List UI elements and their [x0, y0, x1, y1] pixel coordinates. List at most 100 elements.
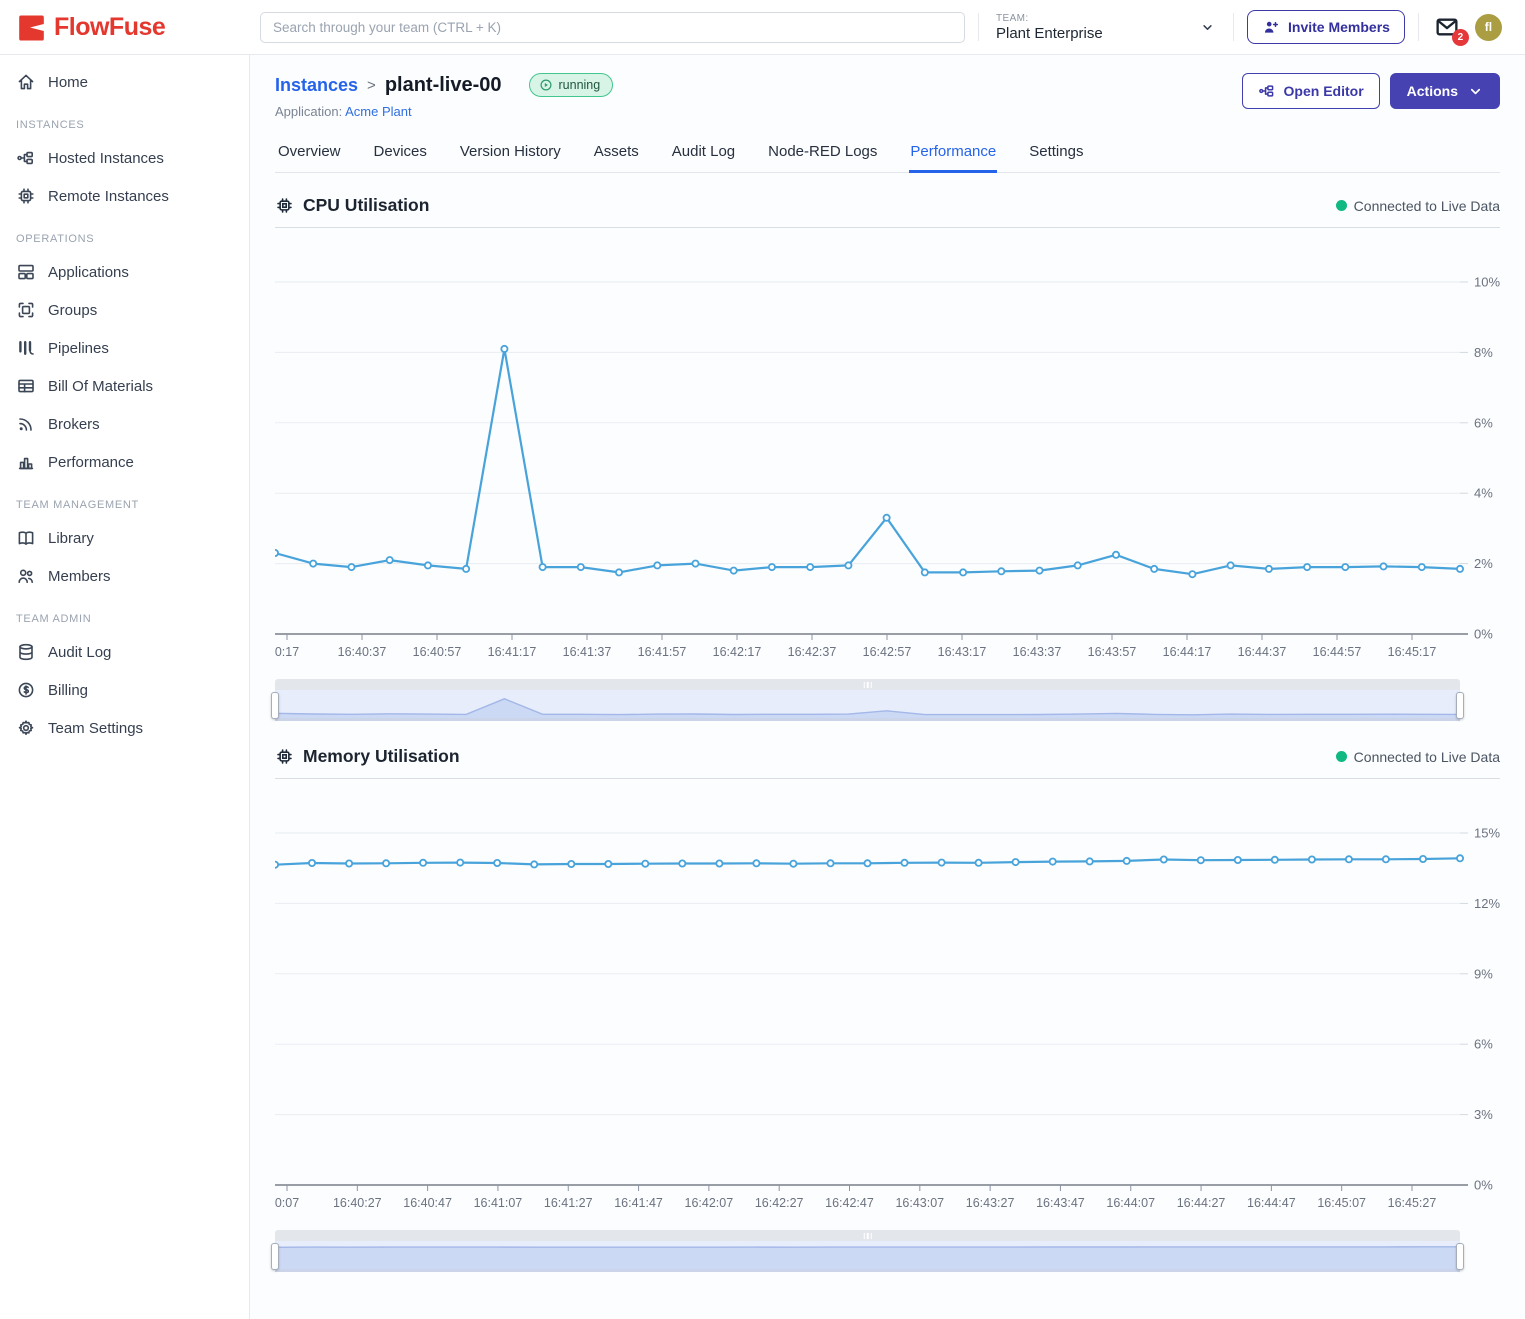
sidebar-item-applications[interactable]: Applications	[0, 253, 249, 291]
user-avatar[interactable]: fl	[1475, 14, 1502, 41]
svg-text:16:42:27: 16:42:27	[755, 1196, 804, 1210]
live-data-label: Connected to Live Data	[1354, 749, 1500, 765]
range-slider-handle-left[interactable]	[271, 1243, 279, 1270]
audit-log-icon	[16, 642, 36, 662]
hosted-instances-icon	[16, 148, 36, 168]
svg-text:16:43:47: 16:43:47	[1036, 1196, 1085, 1210]
svg-text:16:43:37: 16:43:37	[1013, 645, 1062, 659]
flowfuse-logo-icon	[18, 14, 45, 41]
tab-node-red-logs[interactable]: Node-RED Logs	[767, 135, 878, 173]
tab-audit-log[interactable]: Audit Log	[671, 135, 736, 173]
sidebar-item-label: Applications	[48, 264, 129, 281]
billing-icon	[16, 680, 36, 700]
search-input[interactable]	[260, 12, 965, 43]
svg-text:16:44:37: 16:44:37	[1238, 645, 1287, 659]
sidebar-item-members[interactable]: Members	[0, 557, 249, 595]
sidebar-item-label: Team Settings	[48, 720, 143, 737]
brokers-icon	[16, 414, 36, 434]
sidebar-item-label: Brokers	[48, 416, 100, 433]
tab-performance[interactable]: Performance	[909, 135, 997, 173]
sidebar-item-hosted-instances[interactable]: Hosted Instances	[0, 139, 249, 177]
svg-text:16:41:27: 16:41:27	[544, 1196, 593, 1210]
sidebar-item-label: Bill Of Materials	[48, 378, 153, 395]
svg-text:16:41:17: 16:41:17	[488, 645, 537, 659]
svg-text:9%: 9%	[1474, 966, 1493, 981]
sidebar-item-label: Home	[48, 74, 88, 91]
sidebar-section-heading: INSTANCES	[0, 101, 249, 139]
invite-members-label: Invite Members	[1288, 19, 1390, 35]
svg-text:16:40:37: 16:40:37	[338, 645, 387, 659]
drag-grip-icon[interactable]	[863, 1233, 872, 1239]
members-icon	[16, 566, 36, 586]
library-icon	[16, 528, 36, 548]
cpu-chip-icon	[275, 196, 294, 215]
sidebar-item-billing[interactable]: Billing	[0, 671, 249, 709]
home-icon	[16, 72, 36, 92]
open-editor-label: Open Editor	[1284, 83, 1364, 99]
cpu-chart: 10%8%6%4%2%0%0:1716:40:3716:40:5716:41:1…	[275, 234, 1500, 666]
sidebar-item-brokers[interactable]: Brokers	[0, 405, 249, 443]
remote-instances-icon	[16, 186, 36, 206]
chevron-down-icon	[1199, 19, 1216, 36]
tab-assets[interactable]: Assets	[593, 135, 640, 173]
live-data-indicator: Connected to Live Data	[1336, 198, 1500, 214]
svg-text:16:42:57: 16:42:57	[863, 645, 912, 659]
team-selector[interactable]: TEAM: Plant Enterprise	[992, 13, 1220, 42]
sidebar-item-library[interactable]: Library	[0, 519, 249, 557]
tab-devices[interactable]: Devices	[373, 135, 428, 173]
memory-range-slider[interactable]	[275, 1230, 1460, 1275]
svg-text:16:44:27: 16:44:27	[1177, 1196, 1226, 1210]
cpu-range-slider[interactable]	[275, 679, 1460, 724]
live-dot-icon	[1336, 200, 1347, 211]
divider	[1233, 13, 1234, 41]
notifications-button[interactable]: 2	[1432, 12, 1462, 42]
tab-version-history[interactable]: Version History	[459, 135, 562, 173]
svg-text:12%: 12%	[1474, 896, 1500, 911]
svg-text:16:44:17: 16:44:17	[1163, 645, 1212, 659]
sidebar-item-performance[interactable]: Performance	[0, 443, 249, 481]
actions-label: Actions	[1407, 83, 1458, 99]
open-editor-button[interactable]: Open Editor	[1242, 73, 1380, 109]
sidebar-item-audit-log[interactable]: Audit Log	[0, 633, 249, 671]
range-slider-body[interactable]	[275, 690, 1460, 721]
svg-text:16:41:37: 16:41:37	[563, 645, 612, 659]
range-slider-body[interactable]	[275, 1241, 1460, 1272]
svg-text:6%: 6%	[1474, 1037, 1493, 1052]
tab-settings[interactable]: Settings	[1028, 135, 1084, 173]
svg-text:16:43:27: 16:43:27	[966, 1196, 1015, 1210]
svg-text:16:43:57: 16:43:57	[1088, 645, 1137, 659]
memory-chart: 15%12%9%6%3%0%0:0716:40:2716:40:4716:41:…	[275, 785, 1500, 1217]
range-slider-track[interactable]	[275, 1230, 1460, 1241]
main-content: Instances > plant-live-00 running Applic…	[250, 55, 1525, 1319]
svg-text:16:41:07: 16:41:07	[474, 1196, 523, 1210]
sidebar-item-remote-instances[interactable]: Remote Instances	[0, 177, 249, 215]
sidebar-item-team-settings[interactable]: Team Settings	[0, 709, 249, 747]
sidebar-item-pipelines[interactable]: Pipelines	[0, 329, 249, 367]
svg-text:16:44:57: 16:44:57	[1313, 645, 1362, 659]
play-circle-icon	[539, 78, 553, 92]
svg-text:16:42:47: 16:42:47	[825, 1196, 874, 1210]
divider	[1418, 13, 1419, 41]
svg-text:16:40:57: 16:40:57	[413, 645, 462, 659]
memory-chip-icon	[275, 747, 294, 766]
sidebar-item-home[interactable]: Home	[0, 63, 249, 101]
breadcrumb-instances-link[interactable]: Instances	[275, 75, 358, 96]
svg-text:16:45:07: 16:45:07	[1317, 1196, 1366, 1210]
actions-button[interactable]: Actions	[1390, 73, 1500, 109]
range-slider-handle-left[interactable]	[271, 692, 279, 719]
invite-members-button[interactable]: Invite Members	[1247, 10, 1405, 44]
live-data-indicator: Connected to Live Data	[1336, 749, 1500, 765]
range-slider-track[interactable]	[275, 679, 1460, 690]
sidebar-item-groups[interactable]: Groups	[0, 291, 249, 329]
application-link[interactable]: Acme Plant	[345, 104, 411, 119]
tab-overview[interactable]: Overview	[277, 135, 342, 173]
live-data-label: Connected to Live Data	[1354, 198, 1500, 214]
range-slider-handle-right[interactable]	[1456, 1243, 1464, 1270]
sidebar-item-bill-of-materials[interactable]: Bill Of Materials	[0, 367, 249, 405]
svg-text:16:40:47: 16:40:47	[403, 1196, 452, 1210]
svg-text:16:43:07: 16:43:07	[895, 1196, 944, 1210]
flowfuse-logo[interactable]: FlowFuse	[18, 13, 247, 42]
drag-grip-icon[interactable]	[863, 682, 872, 688]
applications-icon	[16, 262, 36, 282]
range-slider-handle-right[interactable]	[1456, 692, 1464, 719]
